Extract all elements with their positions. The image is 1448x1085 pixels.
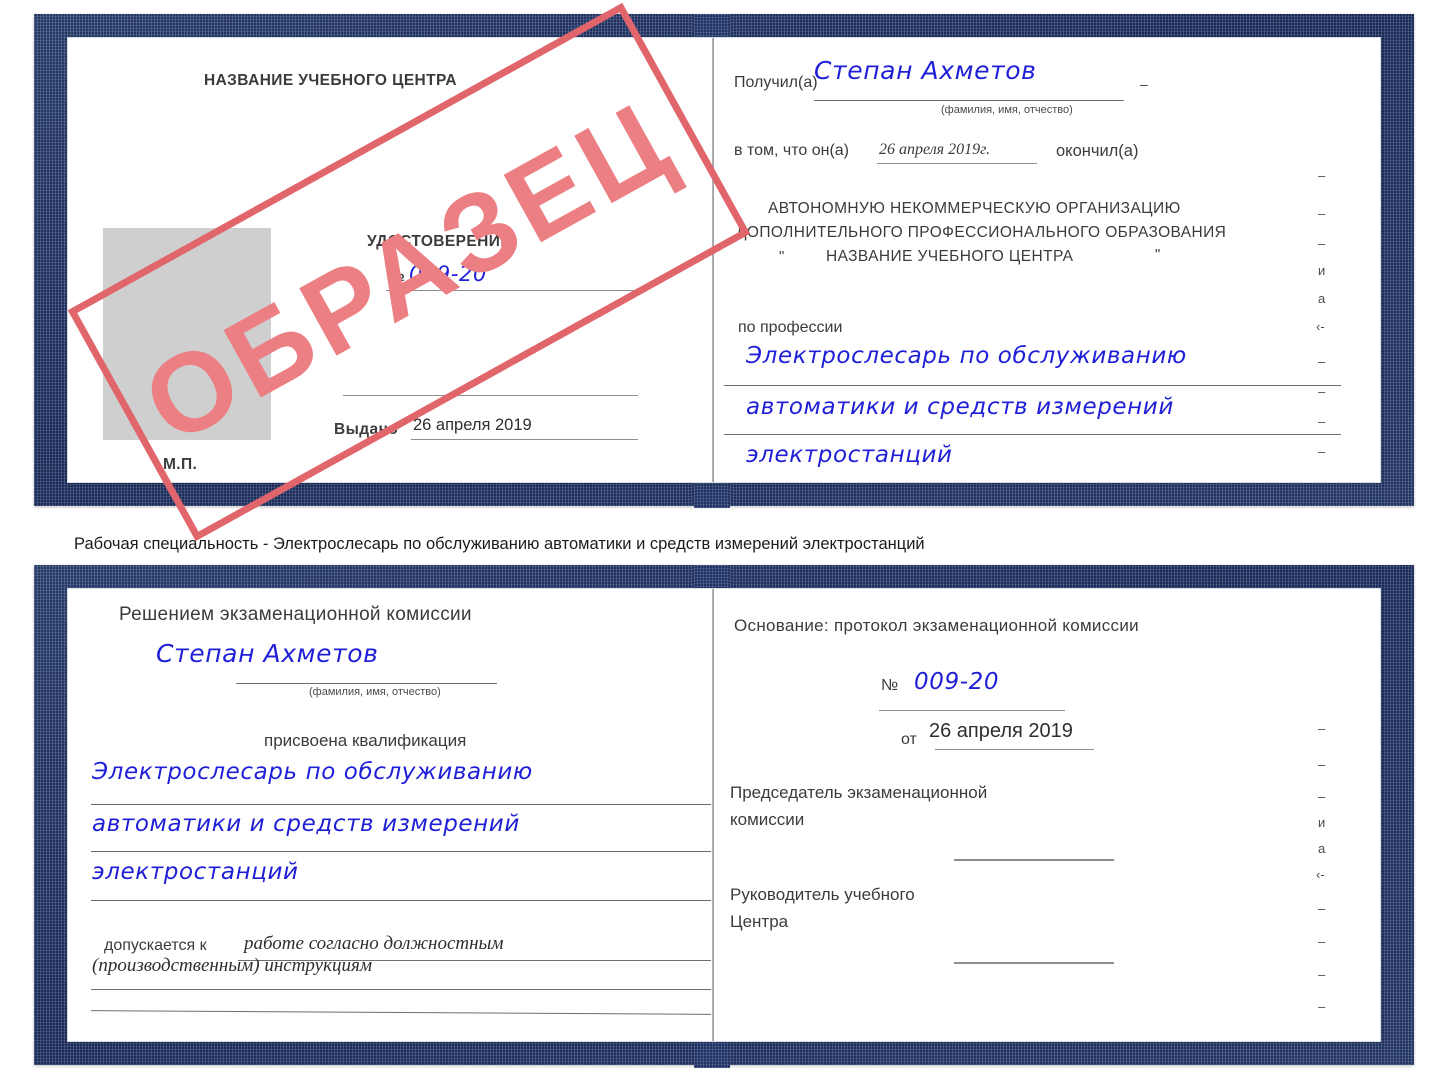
received-value: Степан Ахметов <box>814 56 1037 85</box>
edge-fragment-b10: – <box>1318 999 1326 1014</box>
issued-value: 26 апреля 2019 <box>413 416 532 434</box>
chair-line-2: комиссии <box>730 810 805 829</box>
org-quote-close: " <box>1155 246 1161 263</box>
head-line-1: Руководитель учебного <box>730 885 915 904</box>
edge-fragment-4: и <box>1318 263 1326 278</box>
chair-signature-rule <box>954 859 1114 861</box>
admitted-rule-3 <box>91 1010 711 1015</box>
fact-label: в том, что он(а) <box>734 142 849 159</box>
qualification-label: присвоена квалификация <box>264 731 467 750</box>
fact-date-rule <box>877 163 1037 164</box>
training-center-name-top-left: НАЗВАНИЕ УЧЕБНОГО ЦЕНТРА <box>204 72 457 89</box>
edge-fragment-6: ‹- <box>1316 319 1325 334</box>
edge-fragment-2: – <box>1318 206 1326 221</box>
profession-label: по профессии <box>738 319 843 336</box>
org-quote-open: " <box>779 248 785 265</box>
edge-fragment-5: а <box>1318 291 1326 306</box>
admitted-line-2: (производственным) инструкциям <box>92 955 372 976</box>
certificate-bottom-left-page: Решением экзаменационной комиссии Степан… <box>68 589 712 1041</box>
profession-rule-2 <box>724 434 1341 435</box>
edge-fragment-b8: – <box>1318 934 1326 949</box>
profession-line-1: Электрослесарь по обслуживанию <box>746 343 1187 369</box>
head-line-2: Центра <box>730 912 789 931</box>
qualification-rule-2 <box>91 851 711 852</box>
org-line-2: ДОПОЛНИТЕЛЬНОГО ПРОФЕССИОНАЛЬНОГО ОБРАЗО… <box>736 224 1227 241</box>
number-label-top: № <box>388 268 406 285</box>
qualification-line-2: автоматики и средств измерений <box>92 811 520 837</box>
issued-rule <box>411 439 638 440</box>
edge-fragment-10: – <box>1318 444 1326 459</box>
protocol-number-rule <box>879 710 1065 711</box>
fio-hint-top: (фамилия, имя, отчество) <box>941 104 1073 116</box>
decision-title: Решением экзаменационной комиссии <box>119 604 472 625</box>
seal-label: М.П. <box>163 456 198 473</box>
head-signature-rule <box>954 962 1114 964</box>
protocol-date-label: от <box>901 731 917 748</box>
received-rule <box>814 100 1124 101</box>
received-label: Получил(а) <box>734 74 818 91</box>
certificate-bottom-right-page: Основание: протокол экзаменационной коми… <box>714 589 1380 1041</box>
edge-fragment-b3: – <box>1318 789 1326 804</box>
fact-date: 26 апреля 2019г. <box>879 141 991 158</box>
certificate-top-left-page: НАЗВАНИЕ УЧЕБНОГО ЦЕНТРА УДОСТОВЕРЕНИЕ №… <box>68 38 712 482</box>
issued-label: Выдано <box>334 421 399 438</box>
protocol-date-value: 26 апреля 2019 <box>929 720 1073 742</box>
qualification-line-3: электростанций <box>92 859 299 885</box>
admitted-label: допускается к <box>104 937 207 954</box>
protocol-number-value: 009-20 <box>914 669 1000 695</box>
org-line-1: АВТОНОМНУЮ НЕКОММЕРЧЕСКУЮ ОРГАНИЗАЦИЮ <box>768 200 1181 217</box>
qualification-line-1: Электрослесарь по обслуживанию <box>92 759 533 785</box>
photo-placeholder <box>103 228 271 440</box>
number-rule-top <box>386 290 636 291</box>
protocol-number-label: № <box>881 677 899 694</box>
edge-fragment-b9: – <box>1318 967 1326 982</box>
certificate-bottom-pages: Решением экзаменационной комиссии Степан… <box>68 589 1380 1041</box>
admitted-line-1: работе согласно должностным <box>244 933 504 954</box>
edge-fragment-b5: а <box>1318 841 1326 856</box>
page-caption: Рабочая специальность - Электрослесарь п… <box>74 535 925 553</box>
fio-hint-bottom: (фамилия, имя, отчество) <box>309 686 441 698</box>
decision-name-rule <box>236 683 497 684</box>
edge-fragment-9: – <box>1318 414 1326 429</box>
document-title: УДОСТОВЕРЕНИЕ <box>367 233 511 250</box>
edge-fragment-b7: – <box>1318 901 1326 916</box>
profession-line-3: электростанций <box>746 442 953 468</box>
chair-line-1: Председатель экзаменационной <box>730 783 988 802</box>
org-line-3: НАЗВАНИЕ УЧЕБНОГО ЦЕНТРА <box>826 248 1074 265</box>
edge-fragment-b2: – <box>1318 757 1326 772</box>
certificate-top-right-page: Получил(а) Степан Ахметов (фамилия, имя,… <box>714 38 1380 482</box>
edge-fragment-b6: ‹- <box>1316 867 1325 882</box>
edge-fragment-3: – <box>1318 236 1326 251</box>
profession-rule-1 <box>724 385 1341 386</box>
profession-line-2: автоматики и средств измерений <box>746 394 1174 420</box>
edge-fragment-7: – <box>1318 354 1326 369</box>
received-dash: – <box>1140 76 1148 92</box>
fact-label-tail: окончил(а) <box>1056 142 1139 160</box>
edge-fragment-b1: – <box>1318 721 1326 736</box>
protocol-date-rule <box>935 749 1094 750</box>
edge-fragment-1: – <box>1318 168 1326 183</box>
edge-fragment-b4: и <box>1318 815 1326 830</box>
qualification-rule-1 <box>91 804 711 805</box>
edge-fragment-8: – <box>1318 384 1326 399</box>
certificate-top-pages: НАЗВАНИЕ УЧЕБНОГО ЦЕНТРА УДОСТОВЕРЕНИЕ №… <box>68 38 1380 482</box>
qualification-rule-3 <box>91 900 711 901</box>
number-value-top: 009-20 <box>409 262 487 286</box>
admitted-rule-2 <box>91 989 711 990</box>
basis-label: Основание: протокол экзаменационной коми… <box>734 616 1139 635</box>
blank-rule-top-1 <box>343 395 638 396</box>
decision-name-value: Степан Ахметов <box>156 639 379 668</box>
